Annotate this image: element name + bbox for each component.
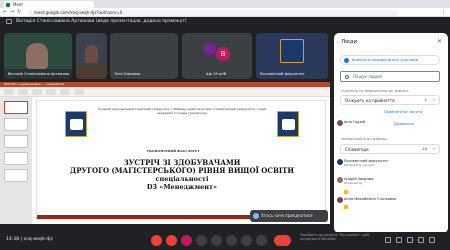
url-field[interactable]: meet.google.com/xnq-aeqh-djz?authuser=0 (28, 9, 398, 16)
browser-tab[interactable]: Meet (4, 1, 94, 8)
in-call-group[interactable]: Співавтори 24 ⌃ (340, 144, 440, 154)
mic-off-icon (169, 36, 175, 42)
university-crest (65, 111, 87, 137)
participant-tile[interactable]: Вікторія Станіславівна Артюкова (4, 33, 72, 79)
raise-hand-button[interactable] (226, 235, 237, 246)
chevron-up-icon: ⌃ (432, 98, 436, 103)
waiting-group-label: Очікують на прийняття (345, 98, 395, 103)
slide-thumbnails (0, 97, 32, 224)
powerpoint-ribbon (0, 87, 330, 97)
university-name: Луцький національний технічний університ… (97, 107, 267, 115)
activities-icon[interactable] (418, 237, 424, 243)
presenting-banner: Вікторія Станіславівна Артюкова (веде пр… (0, 17, 450, 26)
info-icon (253, 213, 259, 219)
more-options-button[interactable] (256, 235, 267, 246)
join-request-toast[interactable]: Хтось хоче приєднатися (250, 210, 328, 222)
back-icon[interactable]: ← (3, 9, 7, 15)
avatar (204, 43, 216, 55)
windows-activation-watermark: Перейдіть до розділу "Настройки", щоб ак… (300, 233, 370, 241)
forward-icon[interactable]: → (10, 9, 14, 15)
avatar (337, 159, 343, 165)
meeting-controls-bar: 14:38 | xnq-aeqh-djz Перейдіть до розділ… (0, 232, 450, 250)
mute-all-label: Вимкнути мікрофони всіх учасників (352, 58, 419, 62)
avatar: B (216, 47, 230, 61)
meeting-time: 14:38 (6, 237, 19, 242)
participant-row: Анна Михайлівна Станковка (337, 197, 397, 203)
meeting-time-code: 14:38 | xnq-aeqh-djz (6, 237, 53, 242)
participant-name: Вікторія Станіславівна Артюкова (8, 72, 69, 76)
presenting-banner-text: Вікторія Станіславівна Артюкова (веде пр… (16, 19, 187, 24)
waiting-section-label: ОЧІКУЮТЬ НА ПРИЄДНАННЯ ДО ДЗВІНКА (341, 89, 409, 93)
admit-all-link[interactable]: Прийняти всі запити (384, 110, 422, 114)
hand-icon (344, 205, 348, 209)
address-bar: ← → ↻ meet.google.com/xnq-aeqh-djz?authu… (0, 8, 450, 17)
leave-call-button[interactable] (274, 235, 291, 246)
faculty-crest (277, 111, 299, 137)
participant-row-role: Організатор зустрічі (344, 163, 375, 167)
share-screen-button[interactable] (241, 235, 252, 246)
slide: Луцький національний технічний університ… (36, 100, 327, 220)
in-call-group-label: Співавтори (345, 147, 369, 152)
search-icon (345, 74, 349, 79)
participant-name: Ще 19 осіб (206, 72, 226, 76)
slide-line-4: D3 «Менеджмент» (146, 183, 218, 191)
present-button[interactable] (181, 235, 192, 246)
tab-title: Meet (13, 2, 23, 7)
captions-button[interactable] (196, 235, 207, 246)
waiting-person: Інна Гордій (337, 120, 366, 126)
chevron-up-icon: ⌃ (432, 147, 436, 152)
mute-all-button[interactable]: Вимкнути мікрофони всіх учасників (340, 55, 440, 65)
avatar (337, 197, 343, 203)
faculty-logo (280, 39, 304, 63)
search-people-input[interactable]: Пошук людей (340, 71, 440, 82)
toast-text: Хтось хоче приєднатися (261, 213, 313, 218)
others-tile[interactable]: B Ще 19 осіб (182, 33, 252, 79)
close-icon[interactable]: ✕ (437, 38, 442, 45)
meeting-code: xnq-aeqh-djz (23, 237, 53, 242)
search-placeholder: Пошук людей (353, 74, 382, 79)
waiting-count: 1 (424, 98, 427, 102)
faculty-name: ЕКОНОМІЧНИЙ ФАКУЛЬТЕТ (147, 149, 200, 153)
meet-favicon-icon (6, 2, 10, 7)
participant-name: Тетя Оліковна (114, 72, 141, 76)
people-panel: Люди ✕ Вимкнути мікрофони всіх учасників… (334, 33, 448, 233)
participant-name: Економічний факультет (260, 72, 305, 76)
lock-icon[interactable] (429, 237, 435, 243)
participant-row: Економічний факультет Організатор зустріч… (337, 159, 388, 167)
browser-menu-icon[interactable]: ⋮ (441, 9, 446, 15)
avatar (337, 177, 343, 183)
participant-tile[interactable]: Економічний факультет (256, 33, 328, 79)
shared-screen: ЗУСТРІЧ з здобувачами ... - PowerPoint Л… (0, 82, 330, 224)
mic-off-icon (98, 36, 104, 42)
participant-row: Андрій Закалюк Організатор (337, 177, 374, 185)
chat-icon[interactable] (407, 237, 413, 243)
reload-icon[interactable]: ↻ (17, 9, 21, 15)
admit-button[interactable]: Дозволити (394, 122, 414, 126)
waiting-group[interactable]: Очікують на прийняття 1 ⌃ (340, 95, 440, 105)
waiting-person-name: Інна Гордій (344, 120, 366, 124)
participant-row-name: Анна Михайлівна Станковка (344, 197, 397, 201)
avatar (337, 120, 343, 126)
in-call-section-label: ПРИЄДНАЛИСЯ ДО ДЗВІНКА (341, 137, 388, 141)
in-call-count: 24 (422, 147, 427, 151)
camera-off-button[interactable] (166, 235, 177, 246)
participant-row-role: Організатор (344, 181, 363, 185)
slide-line-2: ДРУГОГО (МАГІСТЕРСЬКОГО) РІВНЯ ВИЩОЇ ОСВ… (70, 166, 294, 175)
participant-tile[interactable]: Тетя Оліковна (110, 33, 178, 79)
participant-tile[interactable] (76, 33, 107, 79)
info-icon[interactable] (385, 237, 391, 243)
emoji-button[interactable] (211, 235, 222, 246)
slide-heading: ЗУСТРІЧ ЗІ ЗДОБУВАЧАМИ ДРУГОГО (МАГІСТЕР… (67, 159, 297, 192)
hand-icon (344, 190, 348, 194)
browser-tab-strip: Meet (0, 0, 450, 8)
present-icon (6, 19, 12, 24)
slide-line-3: спеціальності (155, 175, 209, 183)
mic-off-icon (344, 58, 349, 63)
mic-off-button[interactable] (151, 235, 162, 246)
people-icon[interactable] (396, 237, 402, 243)
panel-title: Люди (341, 39, 358, 45)
